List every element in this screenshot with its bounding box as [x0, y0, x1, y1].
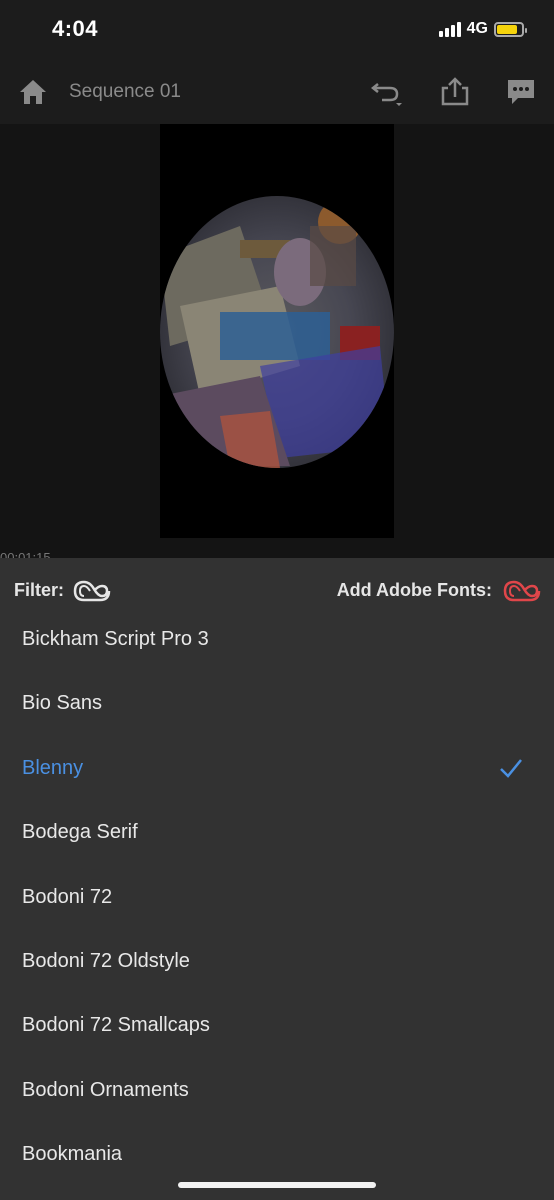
font-name: Bodoni 72 — [22, 885, 113, 908]
comment-icon[interactable] — [504, 76, 538, 108]
video-thumbnail-image — [160, 196, 394, 468]
share-icon[interactable] — [438, 76, 472, 108]
video-content-image — [160, 200, 390, 468]
video-frame[interactable] — [160, 124, 394, 538]
filter-label: Filter: — [14, 580, 65, 600]
home-indicator[interactable] — [178, 1182, 376, 1188]
network-type: 4G — [466, 20, 488, 37]
checkmark-icon — [500, 758, 522, 778]
font-list-item[interactable]: Bio Sans — [0, 672, 554, 736]
font-name: Bickham Script Pro 3 — [22, 628, 209, 650]
undo-icon[interactable] — [370, 76, 404, 108]
app-header: Sequence 01 — [0, 60, 554, 124]
font-list: Bickham Script Pro 3 Bio Sans Blenny Bodega… — [0, 608, 554, 1188]
font-list-item[interactable]: Bodoni 72 Smallcaps — [0, 994, 554, 1058]
status-indicators: 4G — [438, 20, 527, 38]
font-name: Bodega Serif — [22, 821, 138, 844]
battery-icon — [494, 21, 527, 37]
font-name: Bookmania — [22, 1143, 123, 1166]
battery-level — [497, 24, 518, 34]
font-name: Bodoni 72 Oldstyle — [22, 949, 190, 972]
video-preview-area: 00:01:15 — [0, 124, 554, 565]
font-name: Bodoni Ornaments — [22, 1078, 189, 1101]
font-list-item[interactable]: Bodoni Ornaments — [0, 1059, 554, 1123]
creative-cloud-filter-icon[interactable] — [72, 576, 112, 604]
font-list-item[interactable]: Bodoni 72 Oldstyle — [0, 930, 554, 994]
status-bar: 4:04 4G — [0, 0, 554, 60]
font-name: Bio Sans — [22, 692, 103, 715]
font-list-item[interactable]: Bodoni 72 — [0, 866, 554, 930]
font-picker-panel: Filter: Add Adobe Fonts: Bickham Script … — [0, 558, 554, 1200]
font-list-item[interactable]: Bookmania — [0, 1123, 554, 1187]
font-name: Bodoni 72 Smallcaps — [22, 1014, 210, 1037]
sequence-title[interactable]: Sequence 01 — [69, 81, 181, 103]
font-name: Blenny — [22, 756, 84, 779]
status-time: 4:04 — [52, 16, 99, 41]
font-list-item[interactable]: Bickham Script Pro 3 — [0, 608, 554, 672]
creative-cloud-add-fonts-icon[interactable] — [502, 576, 542, 604]
font-list-item[interactable]: Bodega Serif — [0, 801, 554, 865]
font-list-item[interactable]: Blenny — [0, 737, 554, 801]
home-icon[interactable] — [18, 78, 48, 106]
add-adobe-fonts-label: Add Adobe Fonts: — [336, 580, 492, 600]
signal-strength-icon — [438, 21, 461, 37]
